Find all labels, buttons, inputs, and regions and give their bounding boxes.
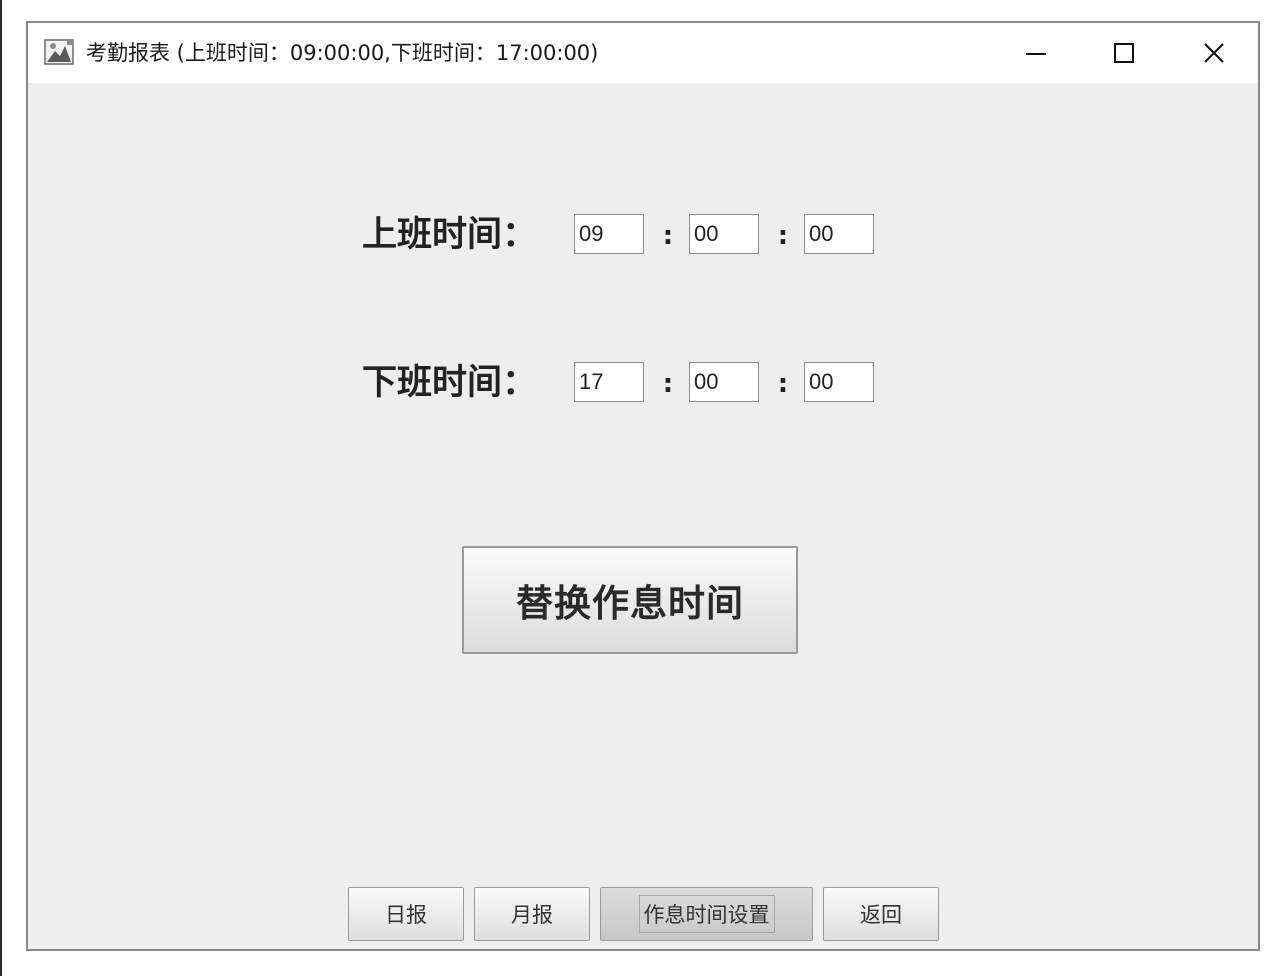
title-bar[interactable]: 考勤报表 (上班时间：09:00:00,下班时间：17:00:00)	[28, 23, 1258, 83]
minimize-icon	[1026, 53, 1046, 55]
replace-schedule-button[interactable]: 替换作息时间	[462, 546, 798, 654]
back-button[interactable]: 返回	[823, 887, 939, 941]
minimize-button[interactable]	[1006, 23, 1066, 83]
maximize-button[interactable]	[1094, 23, 1154, 83]
time-separator: :	[662, 221, 674, 251]
end-time-row: 下班时间： : :	[28, 360, 1258, 406]
end-hour-input[interactable]	[574, 362, 644, 402]
start-hour-input[interactable]	[574, 214, 644, 254]
time-separator: :	[777, 221, 789, 251]
end-time-label: 下班时间：	[362, 362, 538, 403]
close-button[interactable]	[1184, 23, 1244, 83]
end-minute-input[interactable]	[689, 362, 759, 402]
end-second-input[interactable]	[804, 362, 874, 402]
attendance-report-window: 考勤报表 (上班时间：09:00:00,下班时间：17:00:00) 上班时间：…	[26, 21, 1260, 951]
time-separator: :	[662, 369, 674, 399]
maximize-icon	[1114, 43, 1134, 63]
close-icon	[1204, 43, 1224, 63]
schedule-settings-label: 作息时间设置	[638, 895, 775, 933]
window-title: 考勤报表 (上班时间：09:00:00,下班时间：17:00:00)	[86, 41, 599, 65]
daily-report-button[interactable]: 日报	[348, 887, 464, 941]
start-time-label: 上班时间：	[362, 214, 538, 255]
start-minute-input[interactable]	[689, 214, 759, 254]
screen-edge	[0, 0, 2, 976]
time-separator: :	[777, 369, 789, 399]
monthly-report-button[interactable]: 月报	[474, 887, 590, 941]
start-second-input[interactable]	[804, 214, 874, 254]
start-time-row: 上班时间： : :	[28, 212, 1258, 258]
app-icon	[44, 37, 76, 67]
schedule-settings-button[interactable]: 作息时间设置	[600, 887, 813, 941]
